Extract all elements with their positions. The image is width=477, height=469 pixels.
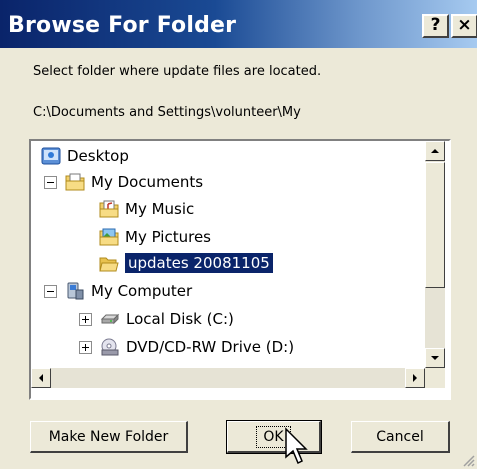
instruction-text: Select folder where update files are loc… <box>33 64 322 79</box>
cancel-button[interactable]: Cancel <box>351 421 450 453</box>
tree-item-label: updates 20081105 <box>124 252 274 274</box>
collapse-toggle[interactable] <box>44 175 57 189</box>
collapse-toggle[interactable] <box>44 284 57 298</box>
expand-toggle[interactable] <box>79 312 92 326</box>
tree-item-desktop[interactable]: Desktop <box>41 144 129 168</box>
music-folder-icon <box>99 200 119 218</box>
tree-item-label: Local Disk (C:) <box>126 310 234 328</box>
pictures-folder-icon <box>99 228 119 246</box>
tree-item-local-disk[interactable]: Local Disk (C:) <box>79 307 234 331</box>
cd-drive-icon <box>101 338 119 356</box>
title-bar[interactable]: Browse For Folder ? × <box>0 0 477 48</box>
scroll-up-button[interactable] <box>425 141 445 161</box>
scrollbar-corner <box>425 368 445 388</box>
help-button[interactable]: ? <box>422 14 449 38</box>
desktop-icon <box>41 147 61 165</box>
arrow-up-icon <box>431 149 439 153</box>
tree-item-updates-20081105[interactable]: updates 20081105 <box>99 251 274 275</box>
tree-item-dvd-drive[interactable]: DVD/CD-RW Drive (D:) <box>79 335 294 359</box>
tree-item-my-documents[interactable]: My Documents <box>44 170 203 194</box>
make-new-folder-button[interactable]: Make New Folder <box>30 421 188 453</box>
window-title: Browse For Folder <box>8 13 237 38</box>
mouse-cursor-icon <box>285 427 308 465</box>
scroll-right-button[interactable] <box>405 368 425 388</box>
tree-item-label: DVD/CD-RW Drive (D:) <box>126 338 295 356</box>
tree-item-my-computer[interactable]: My Computer <box>44 279 192 303</box>
horizontal-scrollbar[interactable] <box>31 368 425 388</box>
expand-toggle[interactable] <box>79 340 92 354</box>
open-folder-icon <box>99 257 119 272</box>
browse-for-folder-dialog: Browse For Folder ? × Select folder wher… <box>0 0 477 469</box>
my-documents-icon <box>65 173 85 191</box>
vertical-scrollbar[interactable] <box>425 141 445 368</box>
selected-path-text: C:\Documents and Settings\volunteer\My <box>33 105 301 120</box>
tree-item-label: My Pictures <box>125 228 211 246</box>
tree-item-label: My Computer <box>91 282 193 300</box>
resize-grip-icon[interactable] <box>461 453 475 467</box>
arrow-right-icon <box>413 374 417 382</box>
hard-disk-icon <box>100 313 120 325</box>
tree-item-my-pictures[interactable]: My Pictures <box>99 225 211 249</box>
arrow-down-icon <box>431 356 439 360</box>
tree-item-my-music[interactable]: My Music <box>99 197 194 221</box>
arrow-left-icon <box>39 374 43 382</box>
vertical-scroll-thumb[interactable] <box>425 162 445 288</box>
tree-item-label: My Music <box>125 200 195 218</box>
tree-item-label: My Documents <box>91 173 204 191</box>
computer-icon <box>67 282 84 300</box>
folder-tree[interactable]: Desktop My Documents My Music My Picture… <box>29 139 451 400</box>
close-button[interactable]: × <box>451 14 477 38</box>
tree-item-label: Desktop <box>67 147 129 165</box>
scroll-down-button[interactable] <box>425 348 445 368</box>
scroll-left-button[interactable] <box>31 368 51 388</box>
